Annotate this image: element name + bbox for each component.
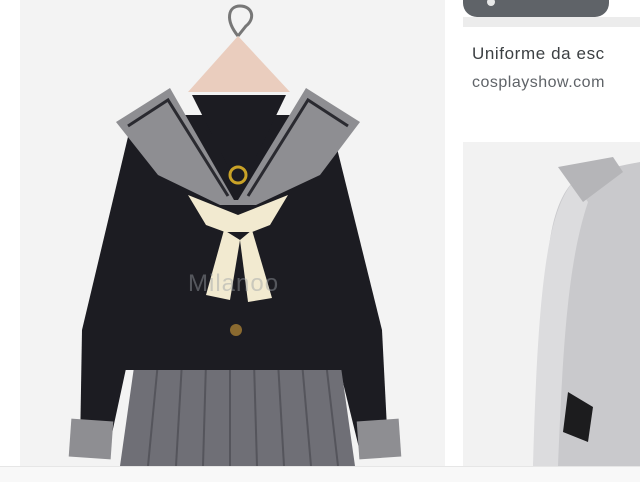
result-image-jacket[interactable]: [463, 142, 640, 466]
result-image-uniform[interactable]: Milanoo: [20, 0, 445, 466]
result-source[interactable]: cosplayshow.com: [472, 74, 640, 92]
divider: [463, 17, 640, 27]
chevron-icon: [487, 0, 495, 6]
bottom-bar: [0, 466, 640, 482]
uniform-illustration: [68, 4, 402, 466]
jacket-illustration: [533, 157, 640, 466]
result-title[interactable]: Uniforme da esc: [472, 44, 640, 64]
watermark-text: Milanoo: [188, 270, 280, 297]
result-chip[interactable]: [463, 0, 609, 17]
